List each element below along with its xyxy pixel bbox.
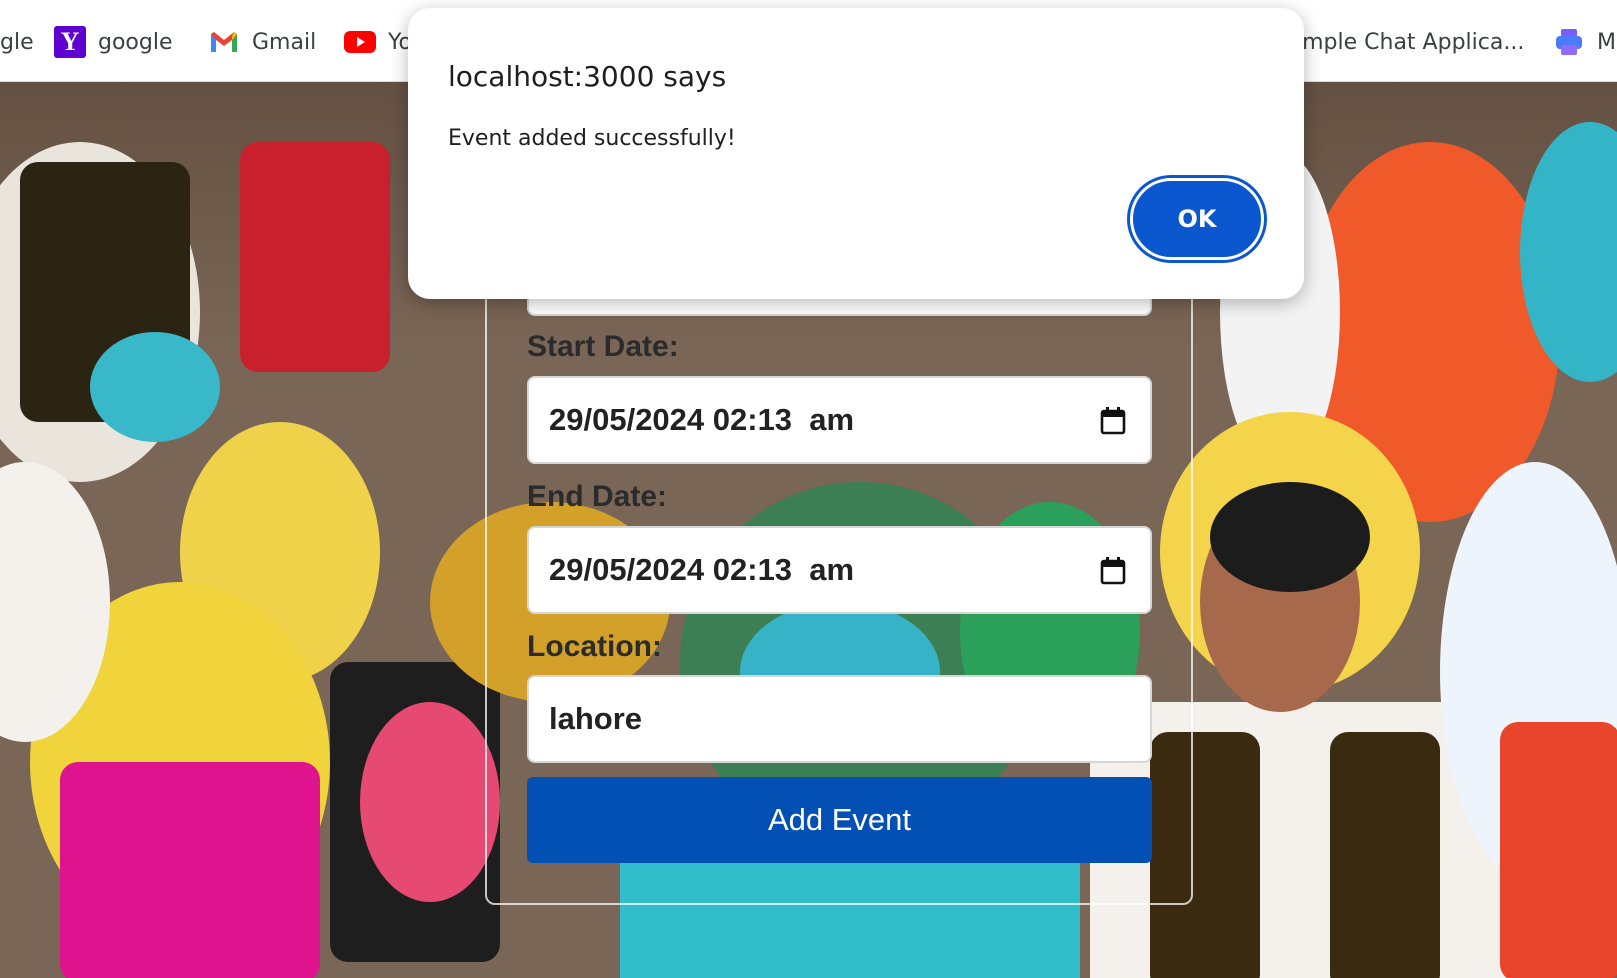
bookmark-youtube[interactable]: Yo bbox=[344, 22, 408, 62]
location-label: Location: bbox=[527, 630, 662, 663]
calendar-icon[interactable] bbox=[1100, 407, 1126, 435]
bookmark-label: gle bbox=[0, 29, 34, 55]
bookmark-gmail[interactable]: Gmail bbox=[208, 22, 316, 62]
calendar-icon[interactable] bbox=[1100, 557, 1126, 585]
end-date-value: 29/05/2024 02:13 am bbox=[549, 552, 855, 587]
end-date-input[interactable]: 29/05/2024 02:13 am bbox=[527, 526, 1152, 614]
gmail-icon bbox=[208, 26, 240, 58]
yahoo-icon: Y bbox=[54, 26, 86, 58]
bookmark-label: M bbox=[1597, 29, 1616, 55]
printer-icon bbox=[1553, 26, 1585, 58]
start-date-label: Start Date: bbox=[527, 330, 679, 363]
dialog-message: Event added successfully! bbox=[448, 126, 736, 151]
ok-button[interactable]: OK bbox=[1130, 178, 1264, 260]
bookmark-label: Gmail bbox=[252, 29, 317, 55]
end-date-label: End Date: bbox=[527, 480, 668, 513]
bookmark-google[interactable]: gle bbox=[0, 22, 40, 62]
alert-dialog: localhost:3000 says Event added successf… bbox=[408, 8, 1304, 299]
bookmark-simple-chat[interactable]: imple Chat Applica... bbox=[1296, 22, 1524, 62]
youtube-icon bbox=[344, 26, 376, 58]
bookmark-m[interactable]: M bbox=[1553, 22, 1617, 62]
start-date-value: 29/05/2024 02:13 am bbox=[549, 402, 855, 437]
start-date-input[interactable]: 29/05/2024 02:13 am bbox=[527, 376, 1152, 464]
bookmark-label: Yo bbox=[388, 29, 408, 55]
dialog-title: localhost:3000 says bbox=[448, 60, 727, 93]
bookmark-label: google bbox=[98, 29, 173, 55]
location-input[interactable]: lahore bbox=[527, 675, 1152, 763]
bookmark-yahoo-google[interactable]: Y google bbox=[54, 22, 173, 62]
location-value: lahore bbox=[549, 701, 643, 736]
add-event-button[interactable]: Add Event bbox=[527, 777, 1152, 863]
bookmark-label: imple Chat Applica... bbox=[1296, 29, 1525, 55]
